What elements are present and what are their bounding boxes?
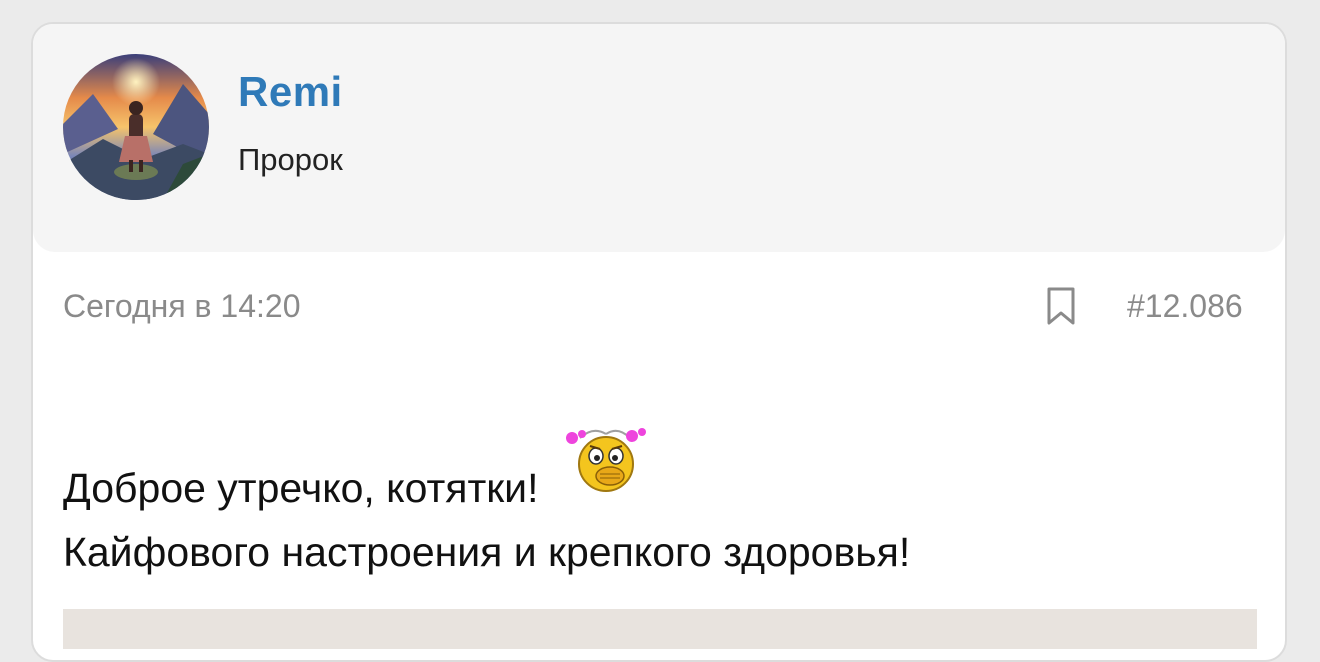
- user-header: Remi Пророк: [33, 24, 1285, 252]
- post-line-1: Доброе утречко, котятки!: [63, 422, 910, 520]
- bookmark-icon[interactable]: [1045, 286, 1077, 326]
- user-title: Пророк: [238, 142, 343, 177]
- quote-block: [63, 609, 1257, 649]
- post-number[interactable]: #12.086: [1127, 288, 1243, 325]
- avatar-image: [63, 54, 209, 200]
- post-line-2: Кайфового настроения и крепкого здоровья…: [63, 520, 910, 584]
- avatar[interactable]: [63, 54, 209, 200]
- smiley-hand-over-mouth-icon: [558, 422, 654, 494]
- post-text-line-1: Доброе утречко, котятки!: [63, 465, 539, 511]
- post-date[interactable]: Сегодня в 14:20: [63, 288, 301, 325]
- post-body: Доброе утречко, котятки! Кайфового настр…: [63, 422, 910, 584]
- username-link[interactable]: Remi: [238, 68, 343, 116]
- post-card: Remi Пророк Сегодня в 14:20 #12.086 Добр…: [31, 22, 1287, 662]
- post-text-line-2: Кайфового настроения и крепкого здоровья…: [63, 529, 911, 575]
